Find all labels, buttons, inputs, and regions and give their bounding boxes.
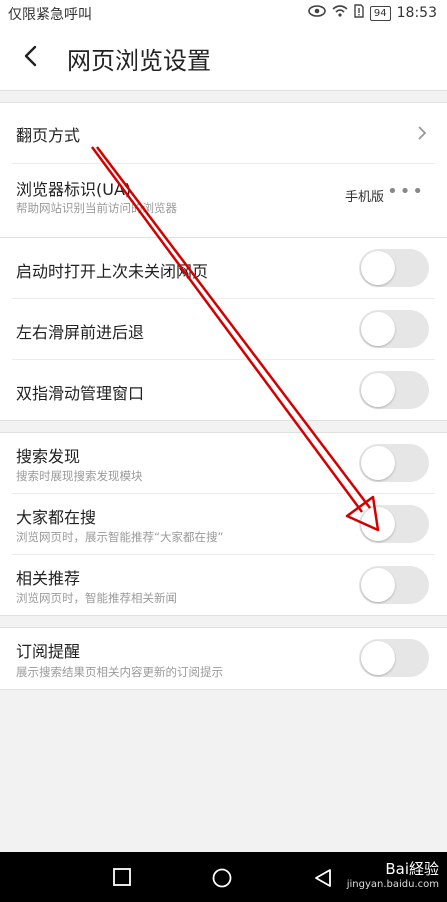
wifi-icon: [332, 5, 348, 21]
settings-group-recommendations: 搜索发现 搜索时展现搜索发现模块 大家都在搜 浏览网页时，展示智能推荐“大家都在…: [0, 432, 447, 616]
settings-group-gestures: 启动时打开上次未关闭网页 左右滑屏前进后退 双指滑动管理窗口: [0, 237, 447, 421]
toggle-subscription-reminder[interactable]: [359, 639, 429, 677]
watermark-brand: Bai経验: [385, 860, 439, 878]
carrier-status: 仅限紧急呼叫: [8, 7, 92, 23]
more-dots-icon[interactable]: •••: [387, 181, 425, 202]
chevron-right-icon: [415, 125, 429, 141]
settings-group-subscription: 订阅提醒 展示搜索结果页相关内容更新的订阅提示: [0, 627, 447, 690]
system-nav-bar: Bai経验 jingyan.baidu.com: [0, 852, 447, 902]
toggle-search-discovery[interactable]: [359, 444, 429, 482]
toggle-two-finger-windows[interactable]: [359, 371, 429, 409]
row-search-discovery: 搜索发现 搜索时展现搜索发现模块: [0, 433, 447, 493]
row-page-turn-mode[interactable]: 翻页方式: [0, 103, 447, 163]
toggle-swipe-navigation[interactable]: [359, 310, 429, 348]
row-browser-ua[interactable]: 浏览器标识(UA) 帮助网站识别当前访问的浏览器 手机版 •••: [0, 164, 447, 237]
recent-apps-icon[interactable]: [113, 868, 131, 890]
row-two-finger-windows: 双指滑动管理窗口: [0, 360, 447, 420]
app-header: 网页浏览设置: [0, 26, 447, 91]
eye-icon: [308, 5, 326, 21]
clock: 18:53: [396, 5, 437, 21]
back-arrow-icon[interactable]: [16, 41, 46, 71]
page-title: 网页浏览设置: [67, 47, 211, 75]
row-subscription-reminder: 订阅提醒 展示搜索结果页相关内容更新的订阅提示: [0, 628, 447, 689]
battery-level: 94: [369, 5, 391, 21]
row-related-recommendations: 相关推荐 浏览网页时，智能推荐相关新闻: [0, 555, 447, 615]
home-icon[interactable]: [212, 868, 232, 892]
toggle-related-recommendations[interactable]: [359, 566, 429, 604]
row-everyone-searching: 大家都在搜 浏览网页时，展示智能推荐“大家都在搜”: [0, 494, 447, 554]
settings-group-general: 翻页方式 浏览器标识(UA) 帮助网站识别当前访问的浏览器 手机版 •••: [0, 102, 447, 238]
toggle-everyone-searching[interactable]: [359, 505, 429, 543]
sim-alert-icon: [354, 4, 364, 22]
watermark: Bai経验 jingyan.baidu.com: [347, 858, 439, 890]
ua-value: 手机版: [344, 190, 384, 205]
row-swipe-navigation: 左右滑屏前进后退: [0, 299, 447, 359]
watermark-url: jingyan.baidu.com: [346, 879, 439, 890]
status-bar: 仅限紧急呼叫 94 18:53: [0, 0, 447, 26]
toggle-restore-pages[interactable]: [359, 249, 429, 287]
back-icon[interactable]: [314, 868, 332, 892]
row-restore-pages: 启动时打开上次未关闭网页: [0, 238, 447, 298]
